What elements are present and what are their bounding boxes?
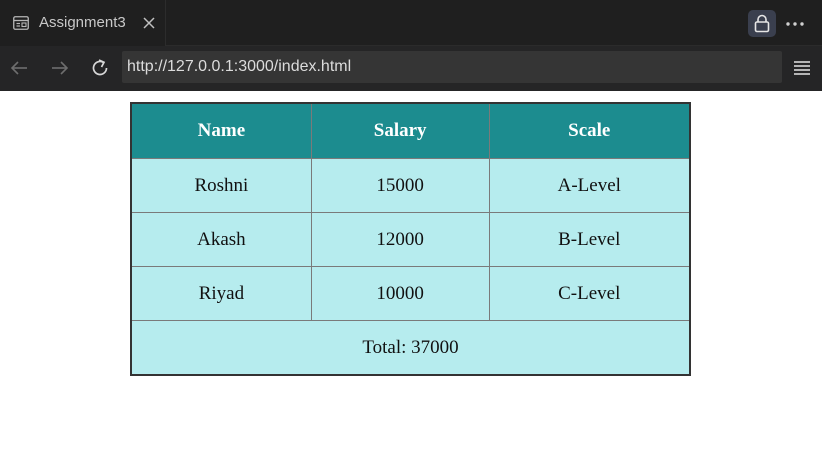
header-salary: Salary (310, 102, 490, 159)
table-row: Riyad 10000 C-Level (130, 266, 691, 321)
page-content: Name Salary Scale Roshni 15000 A-Level A… (0, 91, 822, 450)
cell-name: Roshni (130, 158, 312, 213)
arrow-right-icon[interactable] (49, 57, 71, 79)
header-scale: Scale (488, 102, 691, 159)
browser-tab[interactable]: Assignment3 (0, 0, 166, 46)
cell-scale: B-Level (488, 212, 691, 267)
cell-salary: 12000 (310, 212, 490, 267)
close-icon[interactable] (141, 15, 157, 31)
arrow-left-icon[interactable] (8, 57, 30, 79)
lock-icon (754, 14, 770, 33)
more-icon[interactable] (783, 12, 807, 36)
tab-strip: Assignment3 (0, 0, 822, 46)
lock-button[interactable] (748, 10, 776, 37)
cell-scale: A-Level (488, 158, 691, 213)
url-text: http://127.0.0.1:3000/index.html (127, 58, 352, 75)
tab-title: Assignment3 (39, 14, 126, 31)
table-footer-row: Total: 37000 (130, 320, 691, 376)
table-header-row: Name Salary Scale (130, 102, 691, 159)
page-layout-icon (13, 16, 29, 30)
menu-icon[interactable] (792, 59, 812, 77)
total-cell: Total: 37000 (130, 320, 691, 376)
cell-scale: C-Level (488, 266, 691, 321)
table-row: Akash 12000 B-Level (130, 212, 691, 267)
salary-table: Name Salary Scale Roshni 15000 A-Level A… (130, 102, 691, 376)
cell-salary: 10000 (310, 266, 490, 321)
cell-name: Riyad (130, 266, 312, 321)
reload-icon[interactable] (89, 57, 111, 79)
cell-salary: 15000 (310, 158, 490, 213)
table-row: Roshni 15000 A-Level (130, 158, 691, 213)
cell-name: Akash (130, 212, 312, 267)
url-field[interactable]: http://127.0.0.1:3000/index.html (122, 51, 782, 83)
address-toolbar: http://127.0.0.1:3000/index.html (0, 46, 822, 91)
header-name: Name (130, 102, 312, 159)
